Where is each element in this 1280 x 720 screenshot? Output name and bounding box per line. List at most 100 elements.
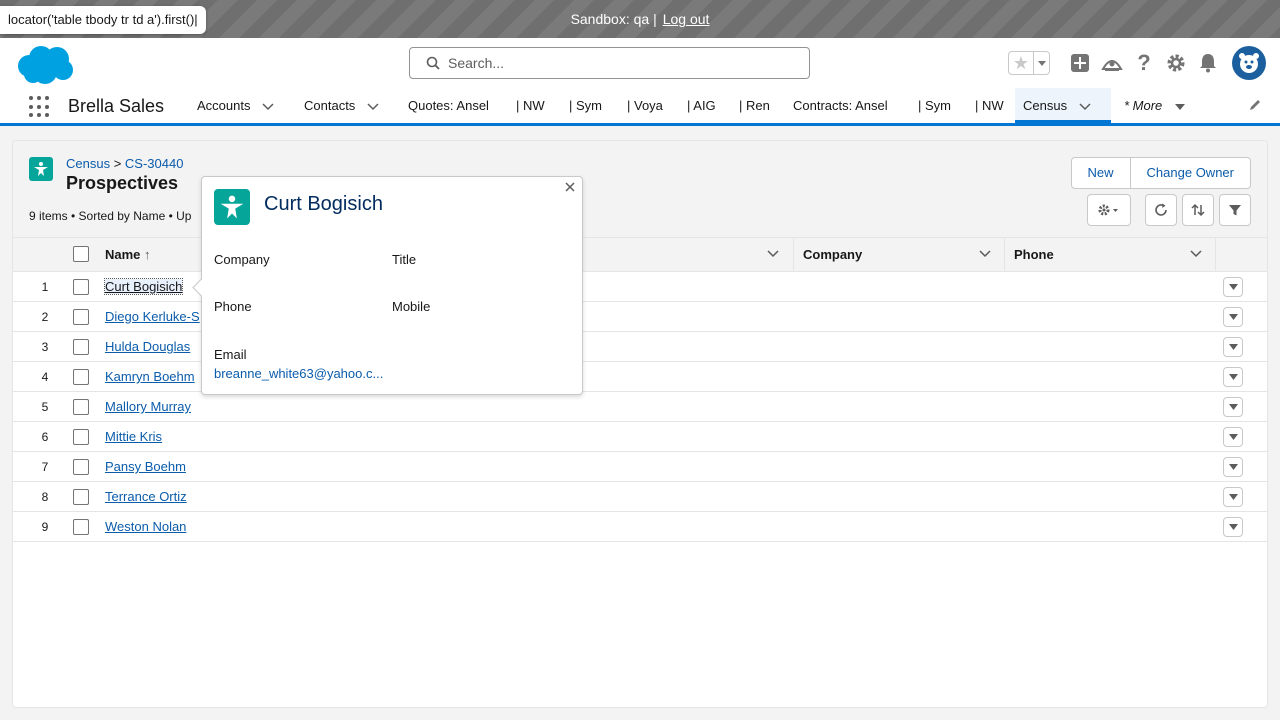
filter-button[interactable] [1219, 194, 1251, 226]
record-name-link[interactable]: Weston Nolan [105, 519, 186, 534]
table-row: 7 Pansy Boehm [13, 452, 1267, 482]
locator-tooltip: locator('table tbody tr td a').first()| [0, 6, 206, 34]
row-number: 6 [41, 430, 49, 444]
popover-email-label: Email [214, 347, 247, 362]
new-button[interactable]: New [1070, 157, 1131, 189]
refresh-button[interactable] [1145, 194, 1177, 226]
table-row: 6 Mittie Kris [13, 422, 1267, 452]
caret-down-icon [1228, 404, 1238, 410]
nav-tab-aig[interactable]: | AIG [687, 88, 716, 123]
select-all-checkbox[interactable] [73, 246, 89, 262]
sandbox-text: Sandbox: qa | [570, 11, 657, 27]
logout-link[interactable]: Log out [663, 11, 710, 27]
caret-down-icon [1228, 434, 1238, 440]
record-name-link[interactable]: Mallory Murray [105, 399, 191, 414]
nav-tab-voya[interactable]: | Voya [627, 88, 663, 123]
chevron-down-icon[interactable] [1190, 250, 1202, 258]
row-actions-button[interactable] [1223, 337, 1243, 357]
nav-tab-nw-2[interactable]: | NW [975, 88, 1004, 123]
column-header-phone[interactable]: Phone [1014, 238, 1054, 272]
record-name-link[interactable]: Curt Bogisich [103, 278, 184, 295]
favorites-dropdown[interactable] [1033, 52, 1049, 74]
chevron-down-icon[interactable] [262, 103, 275, 111]
popover-email-link[interactable]: breanne_white63@yahoo.c... [214, 366, 383, 381]
nav-tab-quotes-ansel[interactable]: Quotes: Ansel [408, 88, 489, 123]
census-object-icon [29, 157, 53, 181]
row-actions-button[interactable] [1223, 457, 1243, 477]
app-launcher-icon[interactable] [29, 96, 51, 118]
record-name-link[interactable]: Mittie Kris [105, 429, 162, 444]
salesforce-logo-icon[interactable] [15, 44, 75, 84]
row-number: 5 [41, 400, 49, 414]
popover-title[interactable]: Curt Bogisich [264, 193, 383, 216]
caret-down-icon [1228, 494, 1238, 500]
row-checkbox[interactable] [73, 489, 89, 505]
record-name-link[interactable]: Pansy Boehm [105, 459, 186, 474]
caret-down-icon [1228, 524, 1238, 530]
row-checkbox[interactable] [73, 309, 89, 325]
global-search-input[interactable]: Search... [409, 47, 810, 79]
nav-more-menu[interactable]: * More [1124, 88, 1186, 123]
chevron-down-icon[interactable] [1079, 103, 1091, 111]
record-name-link[interactable]: Terrance Ortiz [105, 489, 187, 504]
sort-button[interactable] [1182, 194, 1214, 226]
record-name-link[interactable]: Kamryn Boehm [105, 369, 195, 384]
row-actions-button[interactable] [1223, 367, 1243, 387]
setup-gear-icon[interactable] [1160, 47, 1192, 79]
row-actions-button[interactable] [1223, 277, 1243, 297]
trailhead-guidance-icon[interactable] [1096, 47, 1128, 79]
nav-tab-accounts[interactable]: Accounts [197, 88, 275, 123]
star-icon: ★ [1012, 52, 1030, 73]
app-nav-bar: Brella Sales Accounts Contacts Quotes: A… [0, 88, 1280, 126]
column-header-company[interactable]: Company [803, 238, 862, 272]
row-number: 4 [41, 370, 49, 384]
caret-down-icon[interactable] [1174, 103, 1186, 111]
nav-tab-sym-2[interactable]: | Sym [918, 88, 951, 123]
row-checkbox[interactable] [73, 369, 89, 385]
row-actions-button[interactable] [1223, 427, 1243, 447]
list-view-controls-button[interactable] [1087, 194, 1131, 226]
change-owner-button[interactable]: Change Owner [1130, 157, 1251, 189]
row-checkbox[interactable] [73, 429, 89, 445]
row-actions-button[interactable] [1223, 307, 1243, 327]
row-checkbox[interactable] [73, 339, 89, 355]
chevron-down-icon[interactable] [367, 103, 379, 111]
row-actions-button[interactable] [1223, 397, 1243, 417]
caret-down-icon [1228, 314, 1238, 320]
favorites-button[interactable]: ★ [1008, 51, 1050, 75]
notifications-bell-icon[interactable] [1192, 47, 1224, 79]
row-checkbox[interactable] [73, 459, 89, 475]
filter-icon [1229, 205, 1241, 216]
nav-tab-ren[interactable]: | Ren [739, 88, 770, 123]
chevron-down-icon[interactable] [767, 250, 779, 258]
column-header-name[interactable]: Name ↑ [105, 238, 151, 272]
row-checkbox[interactable] [73, 399, 89, 415]
nav-tab-nw[interactable]: | NW [516, 88, 545, 123]
breadcrumb-census-link[interactable]: Census [66, 156, 110, 171]
nav-tab-census[interactable]: Census [1015, 88, 1111, 123]
nav-tab-contacts[interactable]: Contacts [304, 88, 379, 123]
help-icon[interactable]: ? [1128, 47, 1160, 79]
row-number: 8 [41, 490, 49, 504]
list-view-title: Prospectives [66, 173, 179, 193]
row-actions-button[interactable] [1223, 517, 1243, 537]
popover-company-label: Company [214, 252, 270, 267]
edit-nav-pencil-icon[interactable] [1248, 98, 1262, 112]
nav-tab-sym[interactable]: | Sym [569, 88, 602, 123]
chevron-down-icon[interactable] [979, 250, 991, 258]
app-name: Brella Sales [68, 96, 165, 116]
breadcrumb-record-link[interactable]: CS-30440 [125, 156, 184, 171]
user-avatar[interactable] [1232, 46, 1266, 80]
row-number: 9 [41, 520, 49, 534]
row-checkbox[interactable] [73, 519, 89, 535]
row-actions-button[interactable] [1223, 487, 1243, 507]
row-checkbox[interactable] [73, 279, 89, 295]
record-name-link[interactable]: Hulda Douglas [105, 339, 190, 354]
census-object-icon [214, 189, 250, 225]
nav-tab-contracts-ansel[interactable]: Contracts: Ansel [793, 88, 888, 123]
global-actions-plus-icon[interactable] [1064, 47, 1096, 79]
close-icon[interactable] [562, 179, 578, 195]
record-name-link[interactable]: Diego Kerluke-S [105, 309, 200, 324]
table-row: 5 Mallory Murray [13, 392, 1267, 422]
popover-mobile-label: Mobile [392, 299, 431, 314]
